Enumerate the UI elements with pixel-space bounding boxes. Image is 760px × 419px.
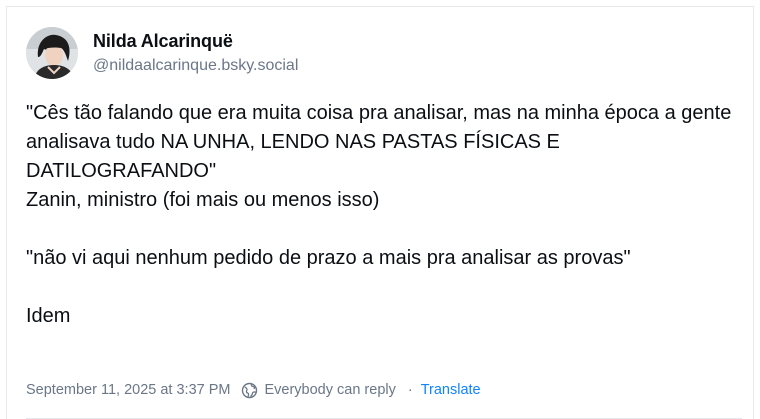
translate-link[interactable]: Translate (421, 382, 481, 398)
post-text: "Cês tão falando que era muita coisa pra… (26, 102, 732, 327)
post-meta: September 11, 2025 at 3:37 PM Everybody … (26, 379, 481, 401)
author-avatar[interactable] (26, 27, 78, 79)
reply-setting[interactable]: Everybody can reply (264, 382, 395, 398)
author-display-name[interactable]: Nilda Alcarinquë (93, 30, 298, 52)
post-timestamp[interactable]: September 11, 2025 at 3:37 PM (26, 382, 230, 398)
meta-separator: · (407, 382, 413, 398)
post-card[interactable]: Nilda Alcarinquë @nildaalcarinque.bsky.s… (6, 6, 754, 419)
author-handle[interactable]: @nildaalcarinque.bsky.social (93, 55, 298, 77)
post-header: Nilda Alcarinquë @nildaalcarinque.bsky.s… (26, 26, 298, 80)
globe-icon (241, 382, 258, 399)
avatar-photo-icon (26, 27, 78, 79)
author-names: Nilda Alcarinquë @nildaalcarinque.bsky.s… (93, 30, 298, 77)
